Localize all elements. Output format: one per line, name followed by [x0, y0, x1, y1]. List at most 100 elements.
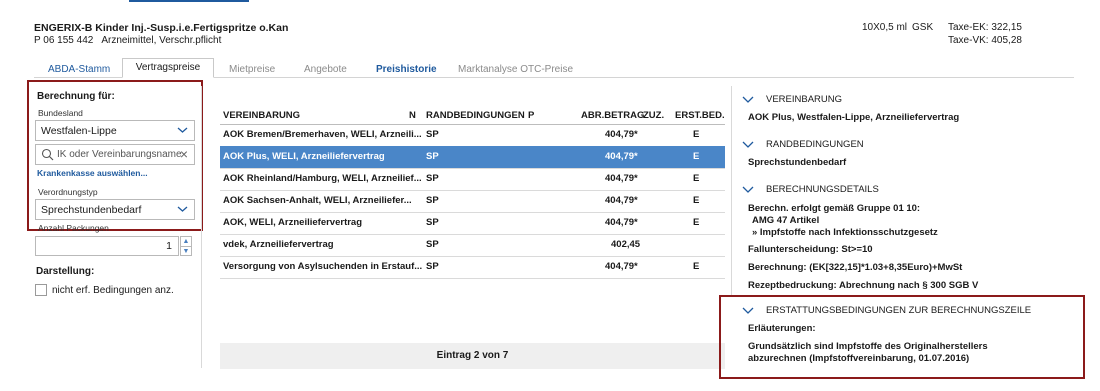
verordnungstyp-value: Sprechstundenbedarf	[41, 204, 142, 216]
erstattung-text: abzurechnen (Impfstoffvereinbarung, 01.0…	[748, 353, 970, 364]
row-betrag: 404,79*	[605, 217, 638, 228]
table-footer: Eintrag 2 von 7	[220, 343, 725, 369]
chevron-down-icon[interactable]	[742, 307, 754, 315]
col-vereinbarung[interactable]: VEREINBARUNG	[223, 110, 300, 121]
row-betrag: 404,79*	[605, 129, 638, 140]
row-randbedingungen: SP	[426, 217, 439, 228]
anzahl-value: 1	[166, 240, 172, 252]
right-divider	[731, 86, 732, 296]
row-vereinbarung: AOK Plus, WELI, Arzneiliefervertrag	[223, 151, 385, 162]
table-row[interactable]: AOK, WELI, Arzneiliefervertrag SP 404,79…	[220, 212, 725, 234]
package-size: 10X0,5 ml	[862, 22, 908, 33]
row-randbedingungen: SP	[426, 129, 439, 140]
row-betrag: 404,79*	[605, 195, 638, 206]
search-placeholder: IK oder Vereinbarungsname	[57, 149, 182, 160]
taxe-vk: Taxe-VK: 405,28	[948, 35, 1022, 46]
bundesland-select[interactable]: Westfalen-Lippe	[35, 120, 195, 141]
row-vereinbarung: AOK Bremen/Bremerhaven, WELI, Arzneili..…	[223, 129, 422, 140]
row-vereinbarung: Versorgung von Asylsuchenden in Erstauf.…	[223, 261, 423, 272]
table-row[interactable]: AOK Sachsen-Anhalt, WELI, Arzneiliefer..…	[220, 190, 725, 212]
product-category: Arzneimittel, Verschr.pflicht	[101, 35, 222, 46]
row-erst: E	[693, 195, 700, 206]
verordnungstyp-label: Verordnungstyp	[38, 187, 98, 197]
search-icon	[41, 148, 54, 164]
krankenkasse-link[interactable]: Krankenkasse auswählen...	[37, 168, 148, 178]
details-line: Berechn. erfolgt gemäß Gruppe 01 10:	[748, 203, 921, 214]
pagination-text: Eintrag 2 von 7	[436, 350, 509, 361]
pzn-number: P 06 155 442	[34, 35, 94, 46]
details-line: AMG 47 Artikel	[752, 215, 820, 226]
manufacturer: GSK	[912, 22, 934, 33]
vereinbarung-value: AOK Plus, Westfalen-Lippe, Arzneilieferv…	[748, 112, 960, 123]
row-erst: E	[693, 151, 700, 162]
nicht-erf-checkbox[interactable]	[35, 284, 47, 296]
tab-marktanalyse[interactable]: Marktanalyse OTC-Preise	[458, 64, 573, 75]
product-subtitle: P 06 155 442 Arzneimittel, Verschr.pflich…	[34, 35, 221, 46]
erlaeuterungen-label: Erläuterungen:	[748, 323, 816, 334]
row-vereinbarung: AOK, WELI, Arzneiliefervertrag	[223, 217, 363, 228]
vereinbarung-search-input[interactable]: IK oder Vereinbarungsname ×	[35, 144, 195, 165]
left-divider	[201, 86, 202, 368]
col-n[interactable]: N	[409, 110, 416, 121]
row-betrag: 404,79*	[605, 261, 638, 272]
product-title: ENGERIX-B Kinder Inj.-Susp.i.e.Fertigspr…	[34, 22, 289, 34]
row-erst: E	[693, 261, 700, 272]
verordnungstyp-select[interactable]: Sprechstundenbedarf	[35, 199, 195, 220]
row-erst: E	[693, 173, 700, 184]
row-betrag: 404,79*	[605, 151, 638, 162]
bundesland-label: Bundesland	[38, 108, 83, 118]
checkbox-label: nicht erf. Bedingungen anz.	[52, 285, 174, 296]
clear-icon[interactable]: ×	[180, 146, 188, 162]
details-line: » Impfstoffe nach Infektionsschutzgesetz	[752, 227, 938, 238]
quantity-stepper[interactable]: ▲ ▼	[180, 236, 192, 256]
randbedingungen-section-title[interactable]: RANDBEDINGUNGEN	[766, 139, 864, 150]
table-row[interactable]: Versorgung von Asylsuchenden in Erstauf.…	[220, 256, 725, 278]
row-randbedingungen: SP	[426, 195, 439, 206]
tab-mietpreise[interactable]: Mietpreise	[229, 64, 275, 75]
details-line: Berechnung: (EK[322,15]*1.03+8,35Euro)+M…	[748, 262, 963, 273]
table-row[interactable]: vdek, Arzneiliefervertrag SP 402,45	[220, 234, 725, 256]
col-randbedingungen[interactable]: RANDBEDINGUNGEN	[426, 110, 525, 121]
row-vereinbarung: AOK Sachsen-Anhalt, WELI, Arzneiliefer..…	[223, 195, 412, 206]
row-randbedingungen: SP	[426, 261, 439, 272]
berechnungsdetails-section-title[interactable]: BERECHNUNGSDETAILS	[766, 184, 879, 195]
row-betrag: 404,79*	[605, 173, 638, 184]
row-divider	[220, 278, 725, 279]
active-indicator-line	[129, 0, 249, 2]
row-erst: E	[693, 129, 700, 140]
darstellung-label: Darstellung:	[36, 266, 95, 277]
tab-vertragspreise[interactable]: Vertragspreise	[122, 58, 214, 78]
col-abr-betrag[interactable]: ABR.BETRAG	[581, 110, 644, 121]
erstattung-text: Grundsätzlich sind Impfstoffe des Origin…	[748, 341, 988, 352]
col-p[interactable]: P	[528, 110, 534, 121]
tab-abda-stamm[interactable]: ABDA-Stamm	[48, 64, 110, 75]
chevron-down-icon[interactable]	[742, 186, 754, 194]
taxe-ek: Taxe-EK: 322,15	[948, 22, 1022, 33]
row-vereinbarung: AOK Rheinland/Hamburg, WELI, Arzneilief.…	[223, 173, 422, 184]
vereinbarung-section-title[interactable]: VEREINBARUNG	[766, 94, 842, 105]
anzahl-label: Anzahl Packungen	[38, 223, 109, 233]
chevron-down-icon[interactable]	[742, 141, 754, 149]
stepper-down-icon[interactable]: ▼	[181, 246, 191, 255]
berechnung-title: Berechnung für:	[37, 91, 115, 102]
col-zuz[interactable]: ZUZ.	[643, 110, 664, 121]
row-betrag: 402,45	[611, 239, 641, 250]
chevron-down-icon	[177, 204, 188, 214]
anzahl-packungen-input[interactable]: 1	[35, 236, 179, 256]
row-randbedingungen: SP	[426, 173, 439, 184]
stepper-up-icon[interactable]: ▲	[181, 237, 191, 246]
tab-angebote[interactable]: Angebote	[304, 64, 347, 75]
tab-preishistorie[interactable]: Preishistorie	[376, 64, 437, 75]
table-row[interactable]: AOK Bremen/Bremerhaven, WELI, Arzneili..…	[220, 124, 725, 146]
row-randbedingungen: SP	[426, 239, 439, 250]
row-erst: E	[693, 217, 700, 228]
bundesland-value: Westfalen-Lippe	[41, 125, 117, 137]
table-row-selected[interactable]: AOK Plus, WELI, Arzneiliefervertrag SP 4…	[220, 146, 725, 168]
col-erst-bed[interactable]: ERST.BED.	[675, 110, 725, 121]
details-line: Rezeptbedruckung: Abrechnung nach § 300 …	[748, 280, 979, 291]
erstattung-section-title[interactable]: ERSTATTUNGSBEDINGUNGEN ZUR BERECHNUNGSZE…	[766, 305, 1031, 316]
randbedingungen-value: Sprechstundenbedarf	[748, 157, 847, 168]
row-randbedingungen: SP	[426, 151, 439, 162]
table-row[interactable]: AOK Rheinland/Hamburg, WELI, Arzneilief.…	[220, 168, 725, 190]
chevron-down-icon[interactable]	[742, 96, 754, 104]
